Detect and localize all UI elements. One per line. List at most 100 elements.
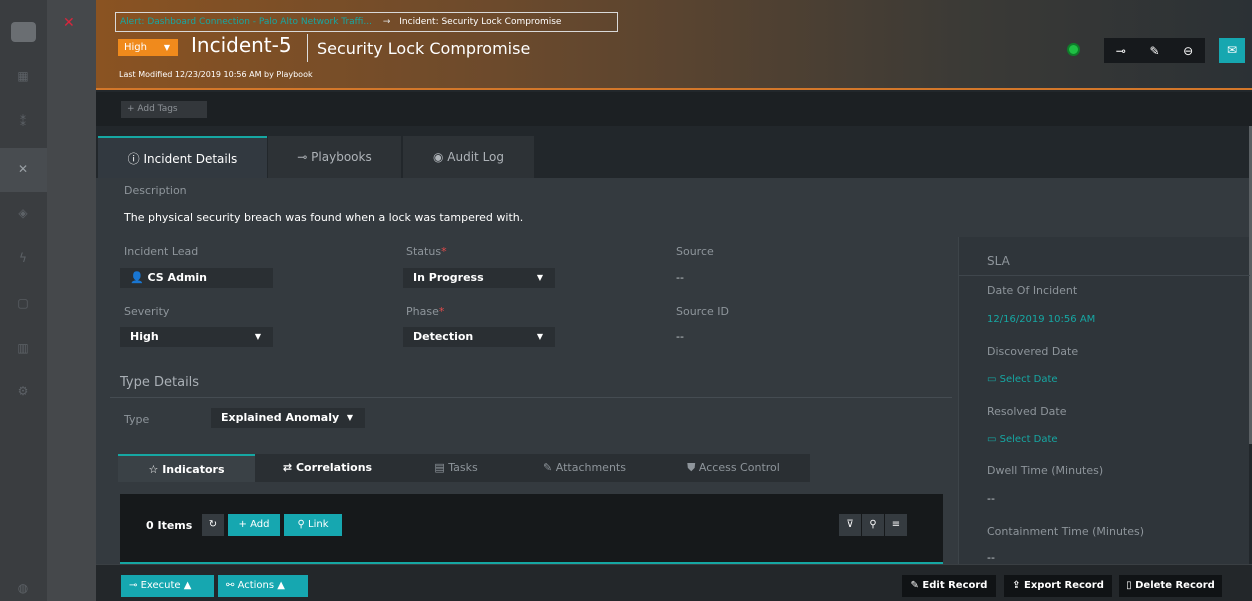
filter-button[interactable]: ⊽ <box>839 514 861 536</box>
apps-grid-icon[interactable] <box>11 22 36 42</box>
info-icon: ⓘ <box>127 152 144 166</box>
tab-playbooks[interactable]: ⊸ Playbooks <box>268 136 401 178</box>
incident-lead-value: CS Admin <box>147 271 208 284</box>
last-modified: Last Modified 12/23/2019 10:56 AM by Pla… <box>119 70 313 79</box>
left-nav-rail: ▦ ⁑ ✕ ◈ ϟ ▢ ▥ ⚙ ◍ <box>0 0 47 601</box>
dashboard-icon[interactable]: ▦ <box>13 66 33 86</box>
dwell-time-label: Dwell Time (Minutes) <box>987 464 1104 477</box>
link-icon[interactable]: ⊖ <box>1183 44 1193 58</box>
type-dropdown[interactable]: Explained Anomaly ▼ <box>211 408 365 428</box>
containment-time-label: Containment Time (Minutes) <box>987 525 1145 538</box>
discovered-date-picker[interactable]: ▭ Select Date <box>987 374 1058 385</box>
comments-icon[interactable]: ✉ <box>1219 38 1245 63</box>
tab-label: Access Control <box>698 461 780 474</box>
delete-label: Delete Record <box>1135 580 1215 591</box>
link-button[interactable]: ⚲ Link <box>284 514 342 536</box>
chevron-up-icon: ▲ <box>180 580 192 591</box>
tasks-icon: ▤ <box>434 461 449 474</box>
status-value: In Progress <box>413 271 484 284</box>
delete-record-button[interactable]: ▯ Delete Record <box>1119 575 1222 597</box>
tab-audit-log[interactable]: ◉ Audit Log <box>403 136 534 178</box>
chevron-down-icon: ▼ <box>346 413 353 422</box>
severity-field-dropdown[interactable]: High ▼ <box>120 327 273 347</box>
tab-label: Indicators <box>162 463 225 476</box>
close-icon[interactable]: ✕ <box>63 15 75 31</box>
status-label: Status* <box>406 245 447 258</box>
actions-button[interactable]: ⚯ Actions ▲ <box>218 575 308 597</box>
paperclip-icon: ✎ <box>543 461 556 474</box>
header-actions: ⊸ ✎ ⊖ <box>1104 38 1205 63</box>
refresh-button[interactable]: ↻ <box>202 514 224 536</box>
settings-icon[interactable]: ⚙ <box>13 381 33 401</box>
search-icon: ⚲ <box>869 519 877 530</box>
status-indicator-icon <box>1067 43 1080 56</box>
tab-access-control[interactable]: ⛊ Access Control <box>657 454 810 482</box>
help-icon[interactable]: ◍ <box>13 578 33 598</box>
incident-title: Security Lock Compromise <box>317 39 531 58</box>
type-value: Explained Anomaly <box>221 411 340 424</box>
edit-label: Edit Record <box>922 580 988 591</box>
discovered-date-label: Discovered Date <box>987 345 1079 358</box>
chevron-down-icon: ▼ <box>536 332 543 341</box>
reports-icon[interactable]: ▥ <box>13 338 33 358</box>
shuffle-icon[interactable]: ✕ <box>13 159 33 179</box>
tab-label: Incident Details <box>143 152 238 166</box>
tab-correlations[interactable]: ⇄ Correlations <box>255 454 400 482</box>
add-button[interactable]: + Add <box>228 514 280 536</box>
export-record-button[interactable]: ⇪ Export Record <box>1004 575 1112 597</box>
chevron-down-icon: ▼ <box>536 273 543 282</box>
tab-indicators[interactable]: ☆ Indicators <box>118 454 255 482</box>
phase-dropdown[interactable]: Detection ▼ <box>403 327 555 347</box>
resolved-date-picker[interactable]: ▭ Select Date <box>987 434 1058 445</box>
bolt-icon[interactable]: ϟ <box>13 248 33 268</box>
type-details-heading: Type Details <box>120 375 200 390</box>
item-count: 0 Items <box>146 519 193 532</box>
shield-icon[interactable]: ◈ <box>13 203 33 223</box>
source-value: -- <box>676 271 684 284</box>
severity-value: High <box>130 330 159 343</box>
severity-dropdown[interactable]: High ▼ <box>118 39 178 56</box>
tab-incident-details[interactable]: ⓘ Incident Details <box>98 136 267 178</box>
incident-lead-label: Incident Lead <box>124 245 199 258</box>
tab-attachments[interactable]: ✎ Attachments <box>512 454 657 482</box>
refresh-icon: ↻ <box>208 519 218 530</box>
export-icon: ⇪ <box>1012 580 1024 591</box>
status-dropdown[interactable]: In Progress ▼ <box>403 268 555 288</box>
tab-label: Correlations <box>295 461 373 474</box>
playbook-icon[interactable]: ⊸ <box>1116 44 1126 58</box>
description-text: The physical security breach was found w… <box>124 211 524 224</box>
breadcrumb: Alert: Dashboard Connection - Palo Alto … <box>115 12 618 32</box>
tab-label: Attachments <box>555 461 626 474</box>
related-records-tabs: ☆ Indicators ⇄ Correlations ▤ Tasks ✎ At… <box>118 454 810 482</box>
filter-icon: ⊽ <box>846 519 854 530</box>
date-of-incident-label: Date Of Incident <box>987 284 1078 297</box>
shield-icon: ⛊ <box>687 461 699 474</box>
queue-icon[interactable]: ⁑ <box>13 112 33 132</box>
tab-label: Playbooks <box>311 150 372 164</box>
source-id-value: -- <box>676 330 684 343</box>
execute-button[interactable]: ⊸ Execute ▲ <box>121 575 214 597</box>
select-date-text: Select Date <box>999 434 1058 445</box>
breadcrumb-parent-link[interactable]: Alert: Dashboard Connection - Palo Alto … <box>120 17 372 27</box>
playbook-icon: ⊸ <box>129 580 141 591</box>
tab-label: Tasks <box>448 461 478 474</box>
calendar-icon: ▭ <box>987 374 1000 385</box>
record-footer: ⊸ Execute ▲ ⚯ Actions ▲ ✎ Edit Record ⇪ … <box>96 564 1252 601</box>
section-divider <box>110 397 952 398</box>
star-icon: ☆ <box>148 463 163 476</box>
search-button[interactable]: ⚲ <box>862 514 884 536</box>
edit-record-button[interactable]: ✎ Edit Record <box>902 575 996 597</box>
incident-lead-field[interactable]: 👤 CS Admin <box>120 268 273 288</box>
edit-pencil-icon[interactable]: ✎ <box>1149 44 1159 58</box>
briefcase-icon[interactable]: ▢ <box>13 293 33 313</box>
actions-label: Actions <box>237 580 275 591</box>
source-label: Source <box>676 245 714 258</box>
incident-id: Incident-5 <box>191 33 292 57</box>
phase-value: Detection <box>413 330 474 343</box>
user-icon: 👤 <box>130 271 148 284</box>
date-of-incident-value: 12/16/2019 10:56 AM <box>987 314 1096 325</box>
severity-label: High <box>124 42 147 53</box>
add-tags-button[interactable]: + Add Tags <box>121 101 207 118</box>
tab-tasks[interactable]: ▤ Tasks <box>400 454 512 482</box>
columns-button[interactable]: ≡ <box>885 514 907 536</box>
